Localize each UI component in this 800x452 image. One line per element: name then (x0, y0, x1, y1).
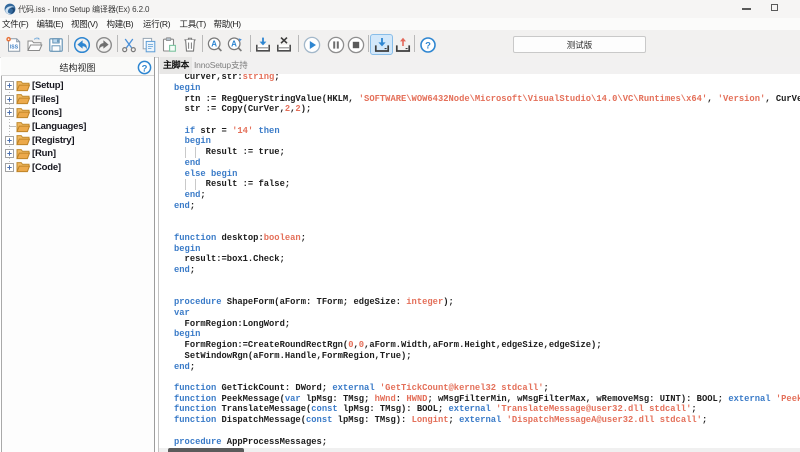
svg-text:ISS: ISS (9, 45, 18, 51)
svg-text:?: ? (141, 63, 147, 74)
svg-text:A: A (211, 40, 217, 49)
svg-text:A: A (231, 40, 237, 49)
svg-text:?: ? (425, 40, 431, 51)
